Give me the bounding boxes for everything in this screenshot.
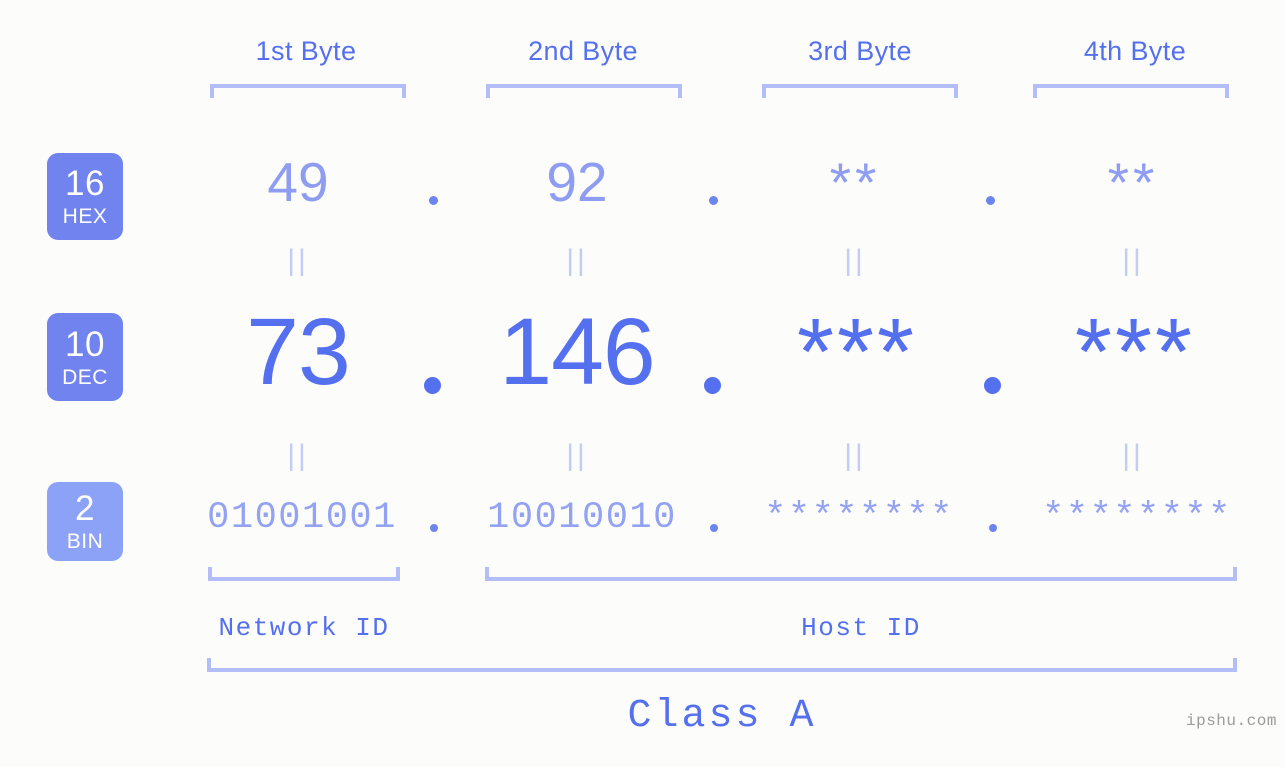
- class-label: Class A: [627, 694, 817, 739]
- base-badge-dec[interactable]: 10 DEC: [47, 313, 123, 401]
- byte-header-1: 1st Byte: [255, 36, 357, 66]
- equals-mark-hex-dec-1: ||: [287, 244, 309, 277]
- hex-byte-1: 49: [267, 151, 329, 213]
- bin-separator-1: [430, 524, 438, 532]
- dec-byte-3: ***: [797, 299, 917, 405]
- byte-header-4: 4th Byte: [1083, 36, 1187, 66]
- dec-separator-2: [704, 377, 721, 394]
- dec-byte-1: 73: [246, 299, 351, 405]
- hex-separator-2: [709, 196, 718, 205]
- site-watermark: ipshu.com: [1186, 712, 1277, 730]
- host-id-label: Host ID: [801, 613, 921, 643]
- equals-mark-dec-bin-4: ||: [1122, 439, 1144, 472]
- base-badge-bin[interactable]: 2 BIN: [47, 482, 123, 561]
- byte-bracket-4: [1033, 84, 1229, 98]
- hex-byte-4: **: [1107, 151, 1159, 213]
- equals-mark-hex-dec-3: ||: [844, 244, 866, 277]
- hex-separator-1: [429, 196, 438, 205]
- bin-byte-3: ********: [764, 497, 954, 539]
- base-badge-dec-number: 10: [65, 324, 105, 364]
- hex-byte-3: **: [829, 151, 881, 213]
- class-bracket: [207, 658, 1237, 672]
- bin-byte-2: 10010010: [487, 497, 677, 539]
- bin-separator-3: [989, 524, 997, 532]
- host-id-bracket: [485, 567, 1237, 581]
- base-badge-hex-name: HEX: [62, 205, 108, 228]
- dec-byte-2: 146: [499, 299, 656, 405]
- equals-mark-hex-dec-2: ||: [566, 244, 588, 277]
- base-badge-dec-name: DEC: [62, 365, 108, 389]
- dec-separator-1: [424, 377, 441, 394]
- equals-mark-hex-dec-4: ||: [1122, 244, 1144, 277]
- ip-breakdown-diagram: 1st Byte 2nd Byte 3rd Byte 4th Byte 16 H…: [0, 0, 1285, 767]
- hex-byte-2: 92: [546, 151, 608, 213]
- equals-mark-dec-bin-3: ||: [844, 439, 866, 472]
- base-badge-bin-number: 2: [75, 489, 95, 528]
- byte-header-2: 2nd Byte: [528, 36, 638, 66]
- network-id-label: Network ID: [218, 613, 390, 643]
- network-id-bracket: [208, 567, 400, 581]
- base-badge-hex[interactable]: 16 HEX: [47, 153, 123, 240]
- hex-separator-3: [986, 196, 995, 205]
- byte-bracket-2: [486, 84, 682, 98]
- bin-byte-4: ********: [1042, 497, 1232, 539]
- bin-byte-1: 01001001: [207, 497, 397, 539]
- byte-header-3: 3rd Byte: [808, 36, 912, 66]
- byte-bracket-3: [762, 84, 958, 98]
- base-badge-bin-name: BIN: [66, 530, 104, 553]
- base-badge-hex-number: 16: [65, 164, 105, 203]
- equals-mark-dec-bin-2: ||: [566, 439, 588, 472]
- equals-mark-dec-bin-1: ||: [287, 439, 309, 472]
- dec-byte-4: ***: [1075, 299, 1195, 405]
- byte-bracket-1: [210, 84, 406, 98]
- bin-separator-2: [710, 524, 718, 532]
- dec-separator-3: [984, 377, 1001, 394]
